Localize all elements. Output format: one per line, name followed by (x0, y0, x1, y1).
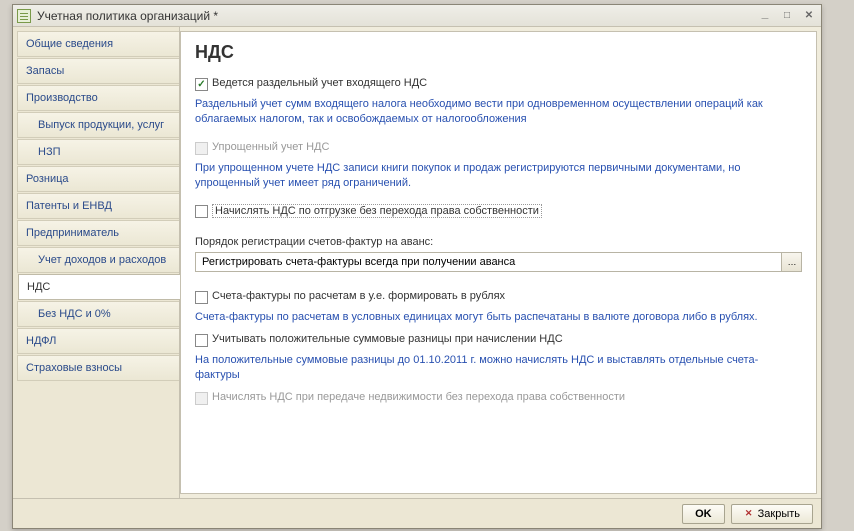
simplified-label: Упрощенный учет НДС (212, 141, 329, 153)
advance-order-open-button[interactable]: … (781, 253, 801, 271)
sidebar-item-income-expense[interactable]: Учет доходов и расходов (17, 247, 179, 273)
sidebar-item-wip[interactable]: НЗП (17, 139, 179, 165)
separate-accounting-hint: Раздельный учет сумм входящего налога не… (195, 97, 802, 127)
advance-order-label: Порядок регистрации счетов-фактур на ава… (195, 236, 802, 248)
positive-diff-checkbox[interactable] (195, 334, 208, 347)
sidebar-item-inventory[interactable]: Запасы (17, 58, 179, 84)
footer: OK Закрыть (13, 498, 821, 528)
sidebar-item-product-output[interactable]: Выпуск продукции, услуг (17, 112, 179, 138)
sidebar-item-label: Общие сведения (26, 38, 113, 50)
real-estate-label: Начислять НДС при передаче недвижимости … (212, 391, 625, 403)
sidebar-item-retail[interactable]: Розница (17, 166, 179, 192)
sidebar-item-ndfl[interactable]: НДФЛ (17, 328, 179, 354)
simplified-checkbox (195, 142, 208, 155)
sidebar-item-nds[interactable]: НДС (18, 274, 180, 300)
sidebar-item-entrepreneur[interactable]: Предприниматель (17, 220, 179, 246)
sidebar-item-general[interactable]: Общие сведения (17, 31, 179, 57)
shipment-no-transfer-label[interactable]: Начислять НДС по отгрузке без перехода п… (212, 204, 542, 218)
sidebar-item-patents[interactable]: Патенты и ЕНВД (17, 193, 179, 219)
sidebar-item-insurance[interactable]: Страховые взносы (17, 355, 179, 381)
invoices-ye-label[interactable]: Счета-фактуры по расчетам в у.е. формиро… (212, 290, 505, 302)
positive-diff-hint: На положительные суммовые разницы до 01.… (195, 353, 802, 383)
invoices-ye-hint: Счета-фактуры по расчетам в условных еди… (195, 310, 802, 325)
ok-button[interactable]: OK (682, 504, 725, 524)
sidebar-item-no-nds[interactable]: Без НДС и 0% (17, 301, 179, 327)
sidebar-item-label: Розница (26, 173, 69, 185)
close-icon (744, 509, 754, 519)
page-title: НДС (195, 42, 802, 63)
shipment-no-transfer-checkbox[interactable] (195, 205, 208, 218)
ok-button-label: OK (695, 508, 712, 520)
sidebar-item-label: НЗП (38, 146, 61, 158)
titlebar: Учетная политика организаций * (13, 5, 821, 27)
invoices-ye-checkbox[interactable] (195, 291, 208, 304)
sidebar-item-production[interactable]: Производство (17, 85, 179, 111)
sidebar-item-label: Выпуск продукции, услуг (38, 119, 164, 131)
sidebar-item-label: Страховые взносы (26, 362, 122, 374)
sidebar-item-label: Патенты и ЕНВД (26, 200, 112, 212)
positive-diff-label[interactable]: Учитывать положительные суммовые разницы… (212, 333, 563, 345)
sidebar-item-label: Учет доходов и расходов (38, 254, 166, 266)
advance-order-select[interactable]: Регистрировать счета-фактуры всегда при … (195, 252, 802, 272)
window-title: Учетная политика организаций * (37, 9, 757, 23)
real-estate-checkbox (195, 392, 208, 405)
sidebar-item-label: Запасы (26, 65, 64, 77)
simplified-hint: При упрощенном учете НДС записи книги по… (195, 161, 802, 191)
sidebar-item-label: НДС (27, 281, 50, 293)
minimize-button[interactable] (757, 9, 773, 23)
separate-accounting-checkbox[interactable] (195, 78, 208, 91)
close-button[interactable]: Закрыть (731, 504, 813, 524)
sidebar-item-label: НДФЛ (26, 335, 56, 347)
sidebar-item-label: Предприниматель (26, 227, 119, 239)
separate-accounting-label[interactable]: Ведется раздельный учет входящего НДС (212, 77, 427, 89)
app-icon (17, 9, 31, 23)
main-panel: НДС Ведется раздельный учет входящего НД… (180, 31, 817, 494)
window: Учетная политика организаций * Общие све… (12, 4, 822, 529)
advance-order-value: Регистрировать счета-фактуры всегда при … (196, 253, 781, 271)
sidebar-item-label: Производство (26, 92, 98, 104)
close-button-label: Закрыть (758, 508, 800, 520)
sidebar: Общие сведения Запасы Производство Выпус… (13, 27, 180, 498)
maximize-button[interactable] (779, 9, 795, 23)
sidebar-item-label: Без НДС и 0% (38, 308, 111, 320)
close-window-button[interactable] (801, 9, 817, 23)
